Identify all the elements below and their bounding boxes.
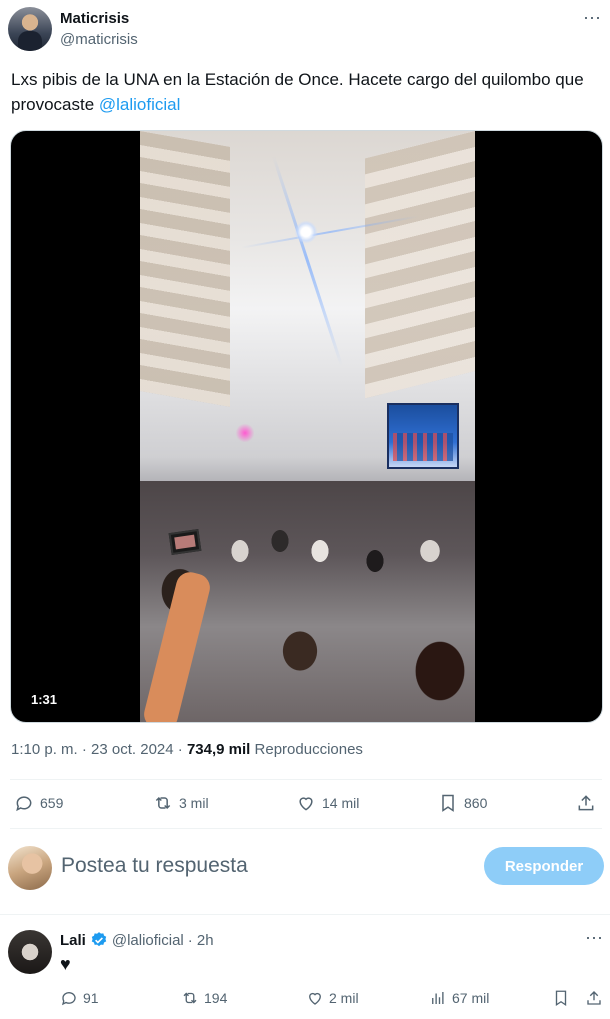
divider [0, 914, 610, 915]
tweet-actions: 659 3 mil 14 mil 860 [10, 788, 604, 818]
video-scene [295, 221, 317, 243]
heart-icon [299, 797, 313, 811]
divider [10, 779, 602, 780]
reply-action[interactable]: 659 [14, 788, 63, 818]
reply-composer: Postea tu respuesta Responder [8, 843, 604, 893]
bookmark-icon [442, 794, 454, 812]
heart-icon [309, 992, 321, 1005]
reply-actions: 91 194 2 mil 67 mil [60, 986, 604, 1010]
video-scene [387, 403, 459, 469]
author-name[interactable]: Maticrisis [60, 10, 129, 27]
reply-tweet[interactable]: Lali @lalioficial · 2h ⋯ ♥ 91 194 2 mil … [8, 928, 604, 1018]
meta-separator: · [177, 741, 183, 758]
share-icon [578, 795, 594, 811]
reply-bookmark-action[interactable] [552, 986, 570, 1010]
reply-reply-action[interactable]: 91 [60, 986, 99, 1010]
mention-link[interactable]: @lalioficial [99, 95, 181, 114]
reply-more-options-icon[interactable]: ⋯ [585, 929, 604, 947]
reply-share-action[interactable] [585, 986, 603, 1010]
tweet-time[interactable]: 1:10 p. m. [11, 741, 78, 758]
tweet-header: Maticrisis @maticrisis ⋯ [8, 7, 602, 53]
reply-like-action[interactable]: 2 mil [306, 986, 359, 1010]
reply-reposts-count: 194 [204, 990, 228, 1006]
bookmark-icon [555, 990, 567, 1007]
reply-header: Lali @lalioficial · 2h [60, 931, 214, 949]
analytics-icon [432, 992, 444, 1004]
like-action[interactable]: 14 mil [296, 788, 359, 818]
reply-author-handle[interactable]: @lalioficial [112, 932, 184, 949]
reply-likes-count: 2 mil [329, 990, 359, 1006]
reply-author-avatar[interactable] [8, 930, 52, 974]
replies-count: 659 [40, 795, 64, 811]
video-scene [168, 529, 202, 555]
reply-submit-button[interactable]: Responder [484, 847, 604, 885]
likes-count: 14 mil [322, 795, 360, 811]
views-count: 734,9 mil [186, 741, 251, 758]
video-player[interactable]: 1:31 [10, 130, 603, 723]
tweet-body: Lxs pibis de la UNA en la Estación de On… [11, 70, 584, 114]
current-user-avatar[interactable] [8, 846, 52, 890]
video-scene [236, 423, 254, 443]
reposts-count: 3 mil [179, 795, 209, 811]
author-handle[interactable]: @maticrisis [60, 31, 138, 48]
video-duration: 1:31 [31, 692, 58, 707]
video-scene [272, 155, 343, 367]
tweet-text: Lxs pibis de la UNA en la Estación de On… [11, 67, 603, 117]
reply-content: ♥ [60, 954, 71, 974]
reply-replies-count: 91 [83, 990, 99, 1006]
author-avatar[interactable] [8, 7, 52, 51]
tweet-date[interactable]: 23 oct. 2024 [91, 741, 174, 758]
reply-repost-action[interactable]: 194 [181, 986, 227, 1010]
bookmarks-count: 860 [464, 795, 488, 811]
reply-views-action[interactable]: 67 mil [429, 986, 489, 1010]
more-options-icon[interactable]: ⋯ [583, 9, 602, 27]
bookmark-action[interactable]: 860 [438, 788, 487, 818]
video-scene [365, 131, 475, 399]
reply-icon [16, 796, 32, 812]
reply-views-count: 67 mil [452, 990, 490, 1006]
repost-action[interactable]: 3 mil [153, 788, 209, 818]
share-icon [587, 991, 601, 1005]
video-scene [140, 131, 230, 407]
reply-author-name[interactable]: Lali [60, 932, 86, 949]
reply-input[interactable]: Postea tu respuesta [61, 854, 248, 878]
verified-badge-icon [91, 932, 107, 947]
video-frame [140, 131, 475, 722]
tweet-meta: 1:10 p. m. · 23 oct. 2024 · 734,9 mil Re… [11, 741, 363, 758]
reply-icon [61, 992, 76, 1006]
meta-separator: · [81, 741, 87, 758]
views-label: Reproducciones [254, 741, 363, 758]
share-action[interactable] [576, 788, 596, 818]
repost-icon [183, 992, 197, 1004]
reply-time[interactable]: · 2h [188, 932, 214, 949]
divider [10, 828, 602, 829]
repost-icon [155, 796, 171, 810]
